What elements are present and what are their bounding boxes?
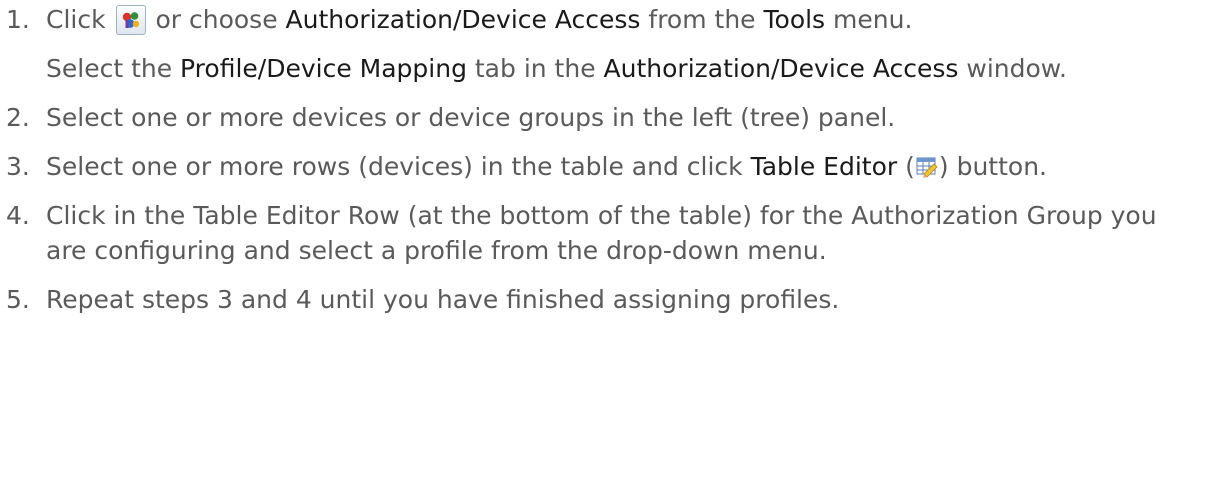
step-text: from the <box>640 5 764 34</box>
step-5: 5. Repeat steps 3 and 4 until you have f… <box>6 282 1207 317</box>
step-2-text: Select one or more devices or device gro… <box>46 103 896 132</box>
menu-tools: Tools <box>763 5 826 34</box>
step-number: 4. <box>6 201 30 230</box>
step-body: Repeat steps 3 and 4 until you have fini… <box>46 282 1196 317</box>
step-body: Select one or more rows (devices) in the… <box>46 149 1196 184</box>
step-text: window. <box>958 54 1067 83</box>
step-text: Click <box>46 5 106 34</box>
step-text: Select one or more rows (devices) in the… <box>46 152 751 181</box>
step-text: Select the <box>46 54 181 83</box>
step-text: ) <box>938 152 949 181</box>
window-authorization-device-access: Authorization/Device Access <box>603 54 959 83</box>
step-text: tab in the <box>466 54 604 83</box>
step-number: 5. <box>6 285 30 314</box>
menu-item-authorization-device-access: Authorization/Device Access <box>285 5 641 34</box>
step-1: 1. Click or choose Authorization/Device … <box>6 2 1207 86</box>
table-editor-icon <box>916 152 938 178</box>
step-text: ( <box>897 152 915 181</box>
step-4-text: Click in the Table Editor Row (at the bo… <box>46 201 1157 265</box>
step-body: Click in the Table Editor Row (at the bo… <box>46 198 1196 268</box>
step-1-sub-text: Select the Profile/Device Mapping tab in… <box>46 51 1196 86</box>
step-1-text: Click or choose Authorization/Device Acc… <box>46 2 1196 37</box>
step-2: 2. Select one or more devices or device … <box>6 100 1207 135</box>
step-text: or choose <box>147 5 286 34</box>
step-body: Select one or more devices or device gro… <box>46 100 1196 135</box>
step-number: 2. <box>6 103 30 132</box>
procedure-document: 1. Click or choose Authorization/Device … <box>0 0 1207 483</box>
step-text: menu. <box>825 5 913 34</box>
step-list: 1. Click or choose Authorization/Device … <box>6 2 1207 317</box>
step-3-text: Select one or more rows (devices) in the… <box>46 149 1196 184</box>
step-number: 1. <box>6 5 30 34</box>
tab-profile-device-mapping: Profile/Device Mapping <box>180 54 467 83</box>
table-editor-label: Table Editor <box>750 152 898 181</box>
step-text: button. <box>948 152 1047 181</box>
step-4: 4. Click in the Table Editor Row (at the… <box>6 198 1207 268</box>
step-3: 3. Select one or more rows (devices) in … <box>6 149 1207 184</box>
step-body: Click or choose Authorization/Device Acc… <box>46 2 1196 86</box>
step-number: 3. <box>6 152 30 181</box>
step-5-text: Repeat steps 3 and 4 until you have fini… <box>46 285 840 314</box>
authorization-icon <box>115 5 146 35</box>
